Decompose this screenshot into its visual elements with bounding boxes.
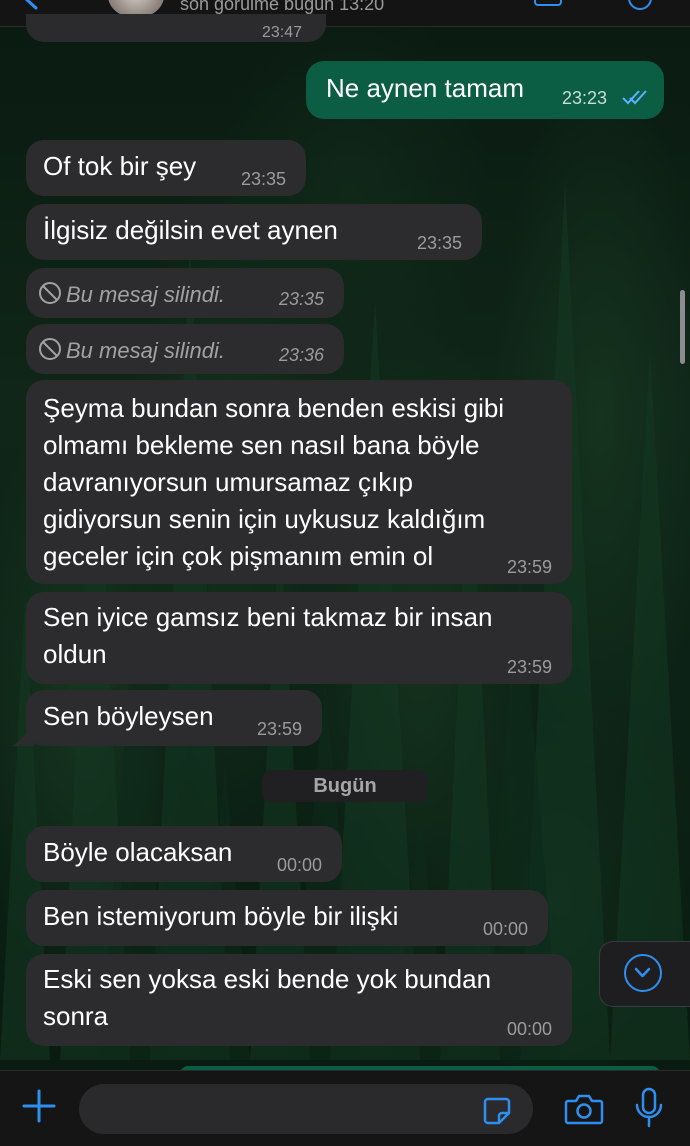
message-time: 23:23 <box>562 88 608 108</box>
camera-icon[interactable] <box>564 1091 604 1127</box>
incoming-message[interactable]: Eski sen yoksa eski bende yok bundan son… <box>26 954 572 1046</box>
sticker-icon[interactable] <box>482 1096 512 1126</box>
deleted-message[interactable]: Bu mesaj silindi. 23:36 <box>26 324 344 374</box>
message-text: Ben istemiyorum böyle bir ilişki <box>43 901 399 931</box>
scrollbar[interactable] <box>680 290 685 364</box>
message-time: 00:00 <box>506 1019 552 1039</box>
message-text: Eski sen yoksa eski bende yok bundan son… <box>43 964 492 1031</box>
message-time: 00:00 <box>276 855 322 875</box>
message-text: Ne aynen tamam <box>326 73 524 103</box>
read-double-check-icon <box>622 90 647 105</box>
incoming-message[interactable]: Ben istemiyorum böyle bir ilişki 00:00 <box>26 890 548 946</box>
prohibited-icon <box>39 282 61 304</box>
message-time: 23:59 <box>506 557 552 577</box>
message-time: 23:59 <box>506 657 552 677</box>
incoming-message[interactable]: İlgisiz değilsin evet aynen 23:35 <box>26 204 482 260</box>
message-time: 00:00 <box>482 919 528 939</box>
date-separator: Bugün <box>262 770 428 802</box>
compose-bar <box>0 1070 690 1146</box>
message-text: Şeyma bundan sonra benden eskisi gibi ol… <box>43 393 505 571</box>
message-time: 23:35 <box>278 289 324 309</box>
message-text: Sen iyice gamsız beni takmaz bir insan o… <box>43 602 493 669</box>
incoming-message[interactable]: Sen iyice gamsız beni takmaz bir insan o… <box>26 592 572 684</box>
outgoing-message[interactable]: Ne aynen tamam 23:23 <box>306 61 664 119</box>
last-seen-status: son görülme bugün 13:20 <box>180 0 385 14</box>
chevron-down-icon <box>624 954 662 992</box>
microphone-icon[interactable] <box>634 1087 664 1129</box>
message-time: 23:35 <box>416 233 462 253</box>
plus-icon[interactable] <box>20 1087 58 1125</box>
message-input[interactable] <box>79 1084 533 1134</box>
prohibited-icon <box>39 338 61 360</box>
previous-message-bubble[interactable]: 23:47 <box>26 14 326 42</box>
scroll-to-bottom-button[interactable] <box>599 941 690 1007</box>
phone-call-icon[interactable] <box>628 0 652 10</box>
message-time: 23:35 <box>240 169 286 189</box>
incoming-message[interactable]: Of tok bir şey 23:35 <box>26 140 306 196</box>
message-time: 23:36 <box>278 345 324 365</box>
deleted-message[interactable]: Bu mesaj silindi. 23:35 <box>26 268 344 318</box>
video-call-icon[interactable] <box>534 0 562 6</box>
incoming-message[interactable]: Böyle olacaksan 00:00 <box>26 826 342 882</box>
back-chevron-icon[interactable] <box>20 0 42 10</box>
incoming-message[interactable]: Sen böyleysen 23:59 <box>26 690 322 746</box>
message-time: 23:47 <box>262 24 303 41</box>
message-time: 23:59 <box>256 719 302 739</box>
incoming-message[interactable]: Şeyma bundan sonra benden eskisi gibi ol… <box>26 380 572 584</box>
